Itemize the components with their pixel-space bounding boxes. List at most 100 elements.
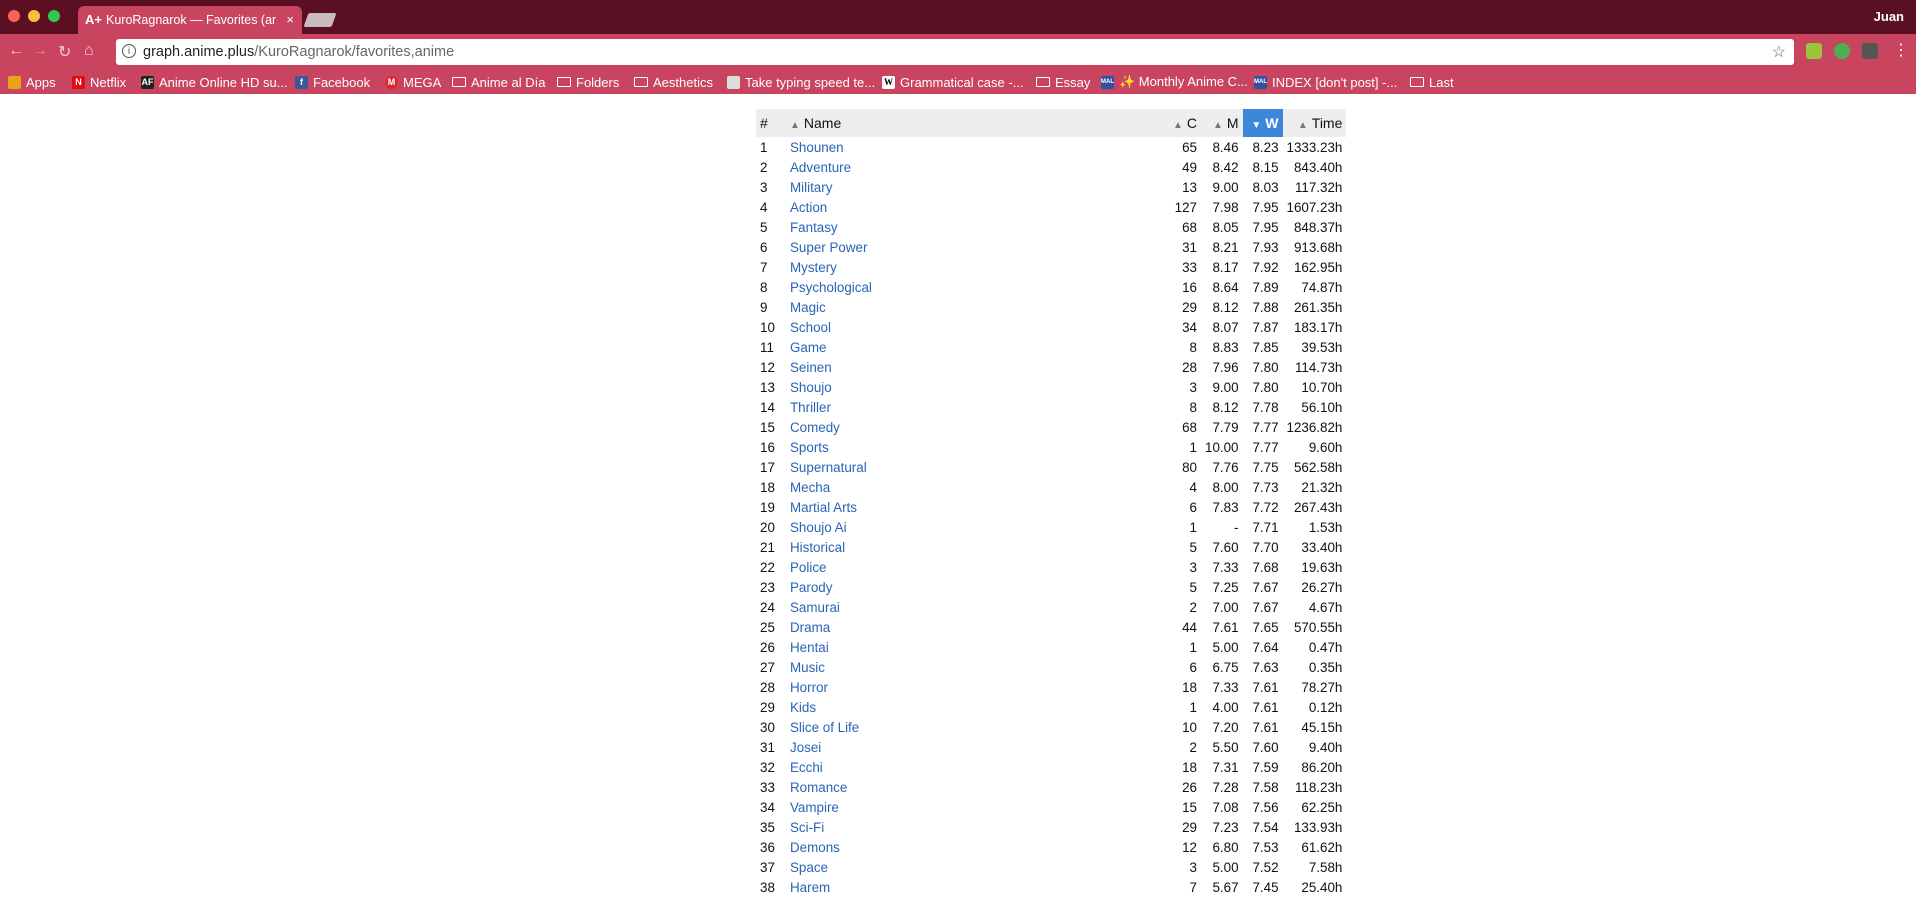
header-weighted[interactable]: ▼︎ W (1242, 109, 1283, 137)
row-genre-link[interactable]: Music (790, 660, 825, 675)
bookmark-label: Netflix (90, 74, 127, 90)
bookmark-label: Apps (26, 74, 56, 90)
row-genre-link[interactable]: Historical (790, 540, 845, 555)
row-time: 78.27h (1301, 679, 1343, 695)
row-genre-link[interactable]: Drama (790, 620, 830, 635)
row-genre-link[interactable]: Hentai (790, 640, 829, 655)
info-icon[interactable]: i (122, 44, 136, 58)
row-genre-link[interactable]: Parody (790, 580, 832, 595)
bookmark-anime-online[interactable]: AF Anime Online HD su... (141, 70, 288, 94)
row-genre-link[interactable]: Demons (790, 840, 840, 855)
row-genre-link[interactable]: Shounen (790, 140, 844, 155)
row-genre-link[interactable]: Magic (790, 300, 826, 315)
table-row: 30 Slice of Life 10 7.20 7.61 45.15h (756, 717, 1346, 737)
bookmark-monthly-anime[interactable]: MAL ✨ Monthly Anime C... (1101, 70, 1248, 94)
row-genre-link[interactable]: Martial Arts (790, 500, 857, 515)
row-genre-link[interactable]: Super Power (790, 240, 867, 255)
bookmark-apps[interactable]: Apps (8, 70, 56, 94)
back-arrow-icon[interactable]: ← (8, 42, 24, 60)
row-genre-link[interactable]: Space (790, 860, 828, 875)
row-time-cell: 9.60h (1283, 437, 1347, 457)
row-genre-link[interactable]: Adventure (790, 160, 851, 175)
row-genre-link[interactable]: Slice of Life (790, 720, 859, 735)
row-genre-link[interactable]: Supernatural (790, 460, 867, 475)
header-time[interactable]: ▲︎ Time (1282, 109, 1347, 137)
bookmark-folder-last[interactable]: Last (1410, 70, 1454, 94)
row-genre-link[interactable]: Game (790, 340, 826, 355)
extension-save-icon[interactable] (1862, 43, 1878, 59)
bookmark-folder-essay[interactable]: Essay (1036, 70, 1090, 94)
bookmark-folder-anime-al-dia[interactable]: Anime al Día (452, 70, 545, 94)
row-count-cell: 1 (1161, 517, 1201, 537)
row-genre-link[interactable]: Police (790, 560, 826, 575)
row-time: 62.25h (1301, 799, 1343, 815)
row-genre-link[interactable]: Thriller (790, 400, 831, 415)
bookmark-index[interactable]: MAL INDEX [don't post] -... (1254, 70, 1397, 94)
row-mean-score-cell: 8.64 (1201, 277, 1243, 297)
row-genre-link[interactable]: Fantasy (790, 220, 838, 235)
bookmark-folder-aesthetics[interactable]: Aesthetics (634, 70, 713, 94)
row-genre-link[interactable]: Kids (790, 700, 816, 715)
row-genre-link[interactable]: Josei (790, 740, 821, 755)
home-icon[interactable]: ⌂ (84, 42, 94, 60)
profile-name[interactable]: Juan (1874, 9, 1904, 24)
header-count[interactable]: ▲︎ C (1161, 109, 1201, 137)
row-count-cell: 34 (1161, 317, 1201, 337)
row-genre-link-cell: Action (786, 197, 1161, 217)
browser-tab[interactable]: A+ KuroRagnarok — Favorites (anime) × (78, 6, 302, 34)
row-genre-link[interactable]: Shoujo Ai (790, 520, 847, 535)
row-genre-link[interactable]: Vampire (790, 800, 839, 815)
row-genre-link[interactable]: Harem (790, 880, 830, 895)
row-genre-link[interactable]: Comedy (790, 420, 840, 435)
bookmark-typing-speed[interactable]: Take typing speed te... (727, 70, 875, 94)
new-tab-button[interactable] (303, 13, 337, 27)
row-genre-link[interactable]: Horror (790, 680, 828, 695)
row-genre-link[interactable]: Military (790, 180, 832, 195)
row-rank: 34 (760, 799, 775, 815)
bookmark-facebook[interactable]: f Facebook (295, 70, 370, 94)
row-rank-cell: 19 (756, 497, 786, 517)
row-rank: 22 (760, 559, 775, 575)
bookmark-folder-folders[interactable]: Folders (557, 70, 619, 94)
menu-kebab-icon[interactable]: ⋮ (1893, 40, 1909, 60)
bookmark-star-icon[interactable]: ☆ (1772, 42, 1786, 62)
address-url[interactable]: graph.anime.plus/KuroRagnarok/favorites,… (143, 44, 454, 60)
row-genre-link[interactable]: School (790, 320, 831, 335)
row-genre-link[interactable]: Ecchi (790, 760, 823, 775)
row-genre-link[interactable]: Romance (790, 780, 847, 795)
bookmark-grammatical-case[interactable]: W Grammatical case -... (882, 70, 1024, 94)
row-mean-score: 7.76 (1212, 459, 1239, 475)
row-genre-link[interactable]: Samurai (790, 600, 840, 615)
row-genre-link[interactable]: Action (790, 200, 827, 215)
close-window-button[interactable] (8, 10, 20, 22)
row-mean-score: - (1234, 519, 1239, 535)
row-genre-link[interactable]: Sci-Fi (790, 820, 824, 835)
forward-arrow-icon[interactable]: → (32, 42, 48, 60)
row-genre-link[interactable]: Psychological (790, 280, 872, 295)
row-weighted-score-cell: 8.23 (1243, 137, 1283, 157)
reload-icon[interactable]: ↻ (58, 42, 71, 62)
row-time-cell: 45.15h (1283, 717, 1347, 737)
row-mean-score-cell: 5.00 (1201, 857, 1243, 877)
address-bar[interactable]: i graph.anime.plus/KuroRagnarok/favorite… (116, 39, 1794, 65)
row-count: 5 (1189, 579, 1197, 595)
row-genre-link[interactable]: Shoujo (790, 380, 832, 395)
row-genre-link[interactable]: Mystery (790, 260, 837, 275)
tab-close-icon[interactable]: × (286, 12, 294, 27)
zoom-window-button[interactable] (48, 10, 60, 22)
header-mean[interactable]: ▲︎ M (1201, 109, 1243, 137)
extension-download-icon[interactable] (1806, 43, 1822, 59)
row-time-cell: 117.32h (1283, 177, 1347, 197)
row-time: 10.70h (1301, 379, 1343, 395)
minimize-window-button[interactable] (28, 10, 40, 22)
header-name[interactable]: ▲︎ Name (786, 109, 1161, 137)
row-rank: 4 (760, 199, 768, 215)
row-genre-link[interactable]: Seinen (790, 360, 832, 375)
row-genre-link[interactable]: Sports (790, 440, 829, 455)
row-genre-link[interactable]: Mecha (790, 480, 830, 495)
row-time: 1.53h (1308, 519, 1343, 535)
row-weighted-score: 7.45 (1252, 879, 1279, 895)
bookmark-mega[interactable]: M MEGA (385, 70, 441, 94)
bookmark-netflix[interactable]: N Netflix (72, 70, 126, 94)
extension-green-circle-icon[interactable] (1834, 43, 1850, 59)
